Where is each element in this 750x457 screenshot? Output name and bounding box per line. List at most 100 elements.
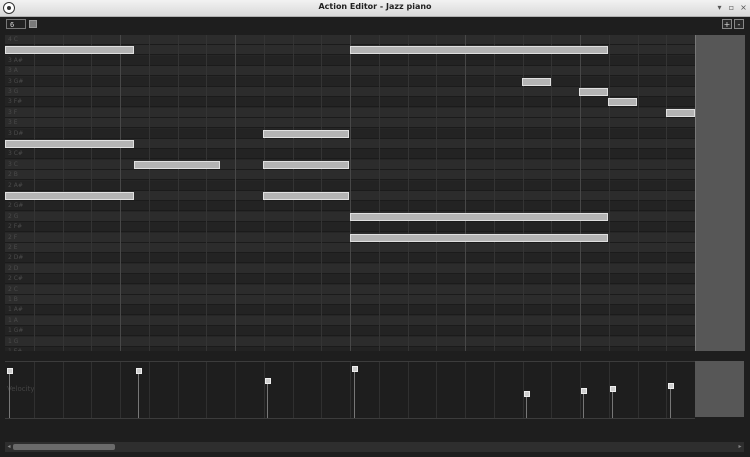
velocity-handle[interactable] xyxy=(668,383,674,389)
midi-note[interactable] xyxy=(134,160,220,169)
velocity-handle[interactable] xyxy=(136,368,142,374)
grid-line xyxy=(523,362,524,418)
velocity-stem xyxy=(9,371,10,418)
grid-line xyxy=(120,362,121,418)
grid-line xyxy=(149,362,150,418)
midi-note[interactable] xyxy=(522,77,551,86)
grid-line xyxy=(638,35,639,351)
grid-line xyxy=(321,362,322,418)
key-label: 2 G# xyxy=(8,202,24,210)
grid-line xyxy=(494,35,495,351)
midi-note[interactable] xyxy=(263,192,349,200)
key-label: 2 G xyxy=(8,212,19,220)
midi-note[interactable] xyxy=(579,88,608,96)
key-label: 1 G# xyxy=(8,327,24,335)
midi-note[interactable] xyxy=(666,108,695,117)
close-icon[interactable]: × xyxy=(739,3,748,12)
grid-line xyxy=(465,35,466,351)
key-label: 4 C xyxy=(8,36,18,43)
velocity-stem xyxy=(612,389,613,418)
key-label: 3 E xyxy=(8,119,18,127)
velocity-editor[interactable]: Velocity xyxy=(5,361,695,419)
velocity-handle[interactable] xyxy=(610,386,616,392)
grid-line xyxy=(580,35,581,351)
key-label: 2 F xyxy=(8,233,18,241)
velocity-stem xyxy=(583,391,584,418)
velocity-stem xyxy=(138,371,139,418)
zoom-out-button[interactable]: - xyxy=(734,19,744,29)
velocity-handle[interactable] xyxy=(581,388,587,394)
midi-note[interactable] xyxy=(350,46,608,55)
velocity-handle[interactable] xyxy=(265,378,271,384)
grid-line xyxy=(551,362,552,418)
scroll-right-arrow-icon[interactable]: ▸ xyxy=(736,442,744,452)
velocity-handle[interactable] xyxy=(352,366,358,372)
grid-line xyxy=(551,35,552,351)
midi-note[interactable] xyxy=(5,192,134,200)
midi-note[interactable] xyxy=(350,212,608,221)
toolbar: 6 + - xyxy=(0,17,750,33)
scroll-thumb[interactable] xyxy=(13,444,115,450)
grid-line xyxy=(494,362,495,418)
midi-note[interactable] xyxy=(263,160,349,169)
grid-line xyxy=(264,362,265,418)
grid-line xyxy=(666,362,667,418)
grid-line xyxy=(178,362,179,418)
key-label: 2 C# xyxy=(8,275,23,283)
velocity-filler xyxy=(695,361,744,417)
midi-note[interactable] xyxy=(5,46,134,55)
key-label: 3 D# xyxy=(8,129,24,137)
key-label: 2 C xyxy=(8,285,18,293)
midi-note[interactable] xyxy=(608,98,637,107)
grid-line xyxy=(408,362,409,418)
grid-line xyxy=(34,362,35,418)
midi-note[interactable] xyxy=(350,233,608,242)
key-label: 2 F# xyxy=(8,223,23,231)
midi-note[interactable] xyxy=(5,140,134,148)
grid-line xyxy=(206,362,207,418)
velocity-stem xyxy=(267,381,268,418)
key-label: 1 G xyxy=(8,337,19,345)
velocity-stem xyxy=(670,386,671,418)
grid-line xyxy=(350,35,351,351)
title-bar: Action Editor - Jazz piano ▾ ▫ × xyxy=(0,0,750,17)
zoom-in-button[interactable]: + xyxy=(722,19,732,29)
velocity-handle[interactable] xyxy=(524,391,530,397)
key-label: 2 D xyxy=(8,264,19,272)
grid-line xyxy=(465,362,466,418)
grid-line xyxy=(293,362,294,418)
grid-line xyxy=(235,362,236,418)
key-label: 1 B xyxy=(8,296,18,303)
key-label: 3 C xyxy=(8,160,18,168)
key-label: 1 A# xyxy=(8,306,23,314)
grid-line xyxy=(149,35,150,351)
midi-note[interactable] xyxy=(263,129,349,138)
velocity-handle[interactable] xyxy=(7,368,13,374)
velocity-label: Velocity xyxy=(7,385,35,393)
key-label: 3 A# xyxy=(8,56,23,64)
grid-line xyxy=(235,35,236,351)
grid-line xyxy=(91,362,92,418)
grid-line xyxy=(408,35,409,351)
grid-size-input[interactable]: 6 xyxy=(6,19,26,29)
piano-roll-filler xyxy=(695,35,745,351)
maximize-icon[interactable]: ▫ xyxy=(727,3,736,12)
window-title: Action Editor - Jazz piano xyxy=(318,2,432,11)
snap-toggle[interactable] xyxy=(29,20,37,28)
grid-line xyxy=(350,362,351,418)
velocity-stem xyxy=(526,394,527,418)
grid-line xyxy=(206,35,207,351)
key-label: 3 F xyxy=(8,108,18,116)
key-label: 3 C# xyxy=(8,150,23,158)
key-label: 3 G xyxy=(8,88,19,95)
grid-line xyxy=(379,35,380,351)
grid-line xyxy=(178,35,179,351)
grid-line xyxy=(436,35,437,351)
scroll-left-arrow-icon[interactable]: ◂ xyxy=(5,442,13,452)
minimize-icon[interactable]: ▾ xyxy=(715,3,724,12)
piano-roll-grid[interactable]: 4 C3 B3 A#3 A3 G#3 G3 F#3 F3 E3 D#3 D3 C… xyxy=(5,35,695,351)
key-label: 2 A# xyxy=(8,181,23,189)
key-label: 2 B xyxy=(8,171,18,179)
horizontal-scrollbar[interactable]: ◂ ▸ xyxy=(5,442,744,452)
grid-line xyxy=(379,362,380,418)
